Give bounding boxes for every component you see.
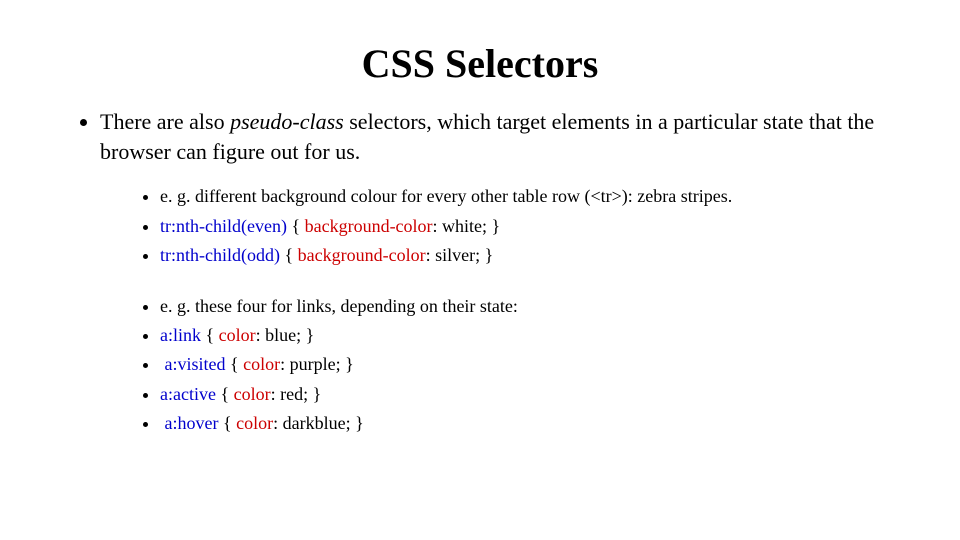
g1-item-c: tr:nth-child(odd) { background-color: si… <box>160 243 900 268</box>
g1-c-end: : silver; } <box>426 245 494 265</box>
g1-b-mid: { <box>287 216 305 236</box>
intro-pseudo-class: pseudo-class <box>230 109 344 134</box>
g1-c-property: background-color <box>298 245 426 265</box>
g2-c-end: : purple; } <box>280 354 354 374</box>
bullet-list-level1: There are also pseudo-class selectors, w… <box>100 107 900 436</box>
g2-b-mid: { <box>201 325 219 345</box>
slide: CSS Selectors There are also pseudo-clas… <box>0 0 960 540</box>
g1-b-selector: tr:nth-child(even) <box>160 216 287 236</box>
g2-e-property: color <box>236 413 273 433</box>
intro-bullet: There are also pseudo-class selectors, w… <box>100 107 900 436</box>
g2-item-e: a:hover { color: darkblue; } <box>160 411 900 436</box>
g2-c-mid: { <box>226 354 244 374</box>
g2-b-selector: a:link <box>160 325 201 345</box>
g2-e-selector: a:hover <box>165 413 219 433</box>
g2-a-text: e. g. these four for links, depending on… <box>160 296 518 316</box>
bullet-list-group1: e. g. different background colour for ev… <box>160 184 900 268</box>
g2-d-property: color <box>234 384 271 404</box>
g1-a-text: e. g. different background colour for ev… <box>160 186 732 206</box>
g1-item-a: e. g. different background colour for ev… <box>160 184 900 209</box>
g2-d-mid: { <box>216 384 234 404</box>
g2-d-end: : red; } <box>271 384 322 404</box>
g1-item-b: tr:nth-child(even) { background-color: w… <box>160 214 900 239</box>
g2-d-selector: a:active <box>160 384 216 404</box>
g2-e-mid: { <box>218 413 236 433</box>
g1-c-selector: tr:nth-child(odd) <box>160 245 280 265</box>
g2-item-d: a:active { color: red; } <box>160 382 900 407</box>
g2-item-c: a:visited { color: purple; } <box>160 352 900 377</box>
g2-b-property: color <box>219 325 256 345</box>
g1-c-mid: { <box>280 245 298 265</box>
g1-b-property: background-color <box>305 216 433 236</box>
g2-e-end: : darkblue; } <box>273 413 364 433</box>
slide-title: CSS Selectors <box>60 40 900 87</box>
g2-b-end: : blue; } <box>256 325 315 345</box>
g2-c-property: color <box>243 354 280 374</box>
intro-text-pre: There are also <box>100 109 230 134</box>
g1-b-end: : white; } <box>433 216 501 236</box>
g2-c-selector: a:visited <box>165 354 226 374</box>
g2-item-b: a:link { color: blue; } <box>160 323 900 348</box>
bullet-list-group2: e. g. these four for links, depending on… <box>160 294 900 436</box>
g2-item-a: e. g. these four for links, depending on… <box>160 294 900 319</box>
